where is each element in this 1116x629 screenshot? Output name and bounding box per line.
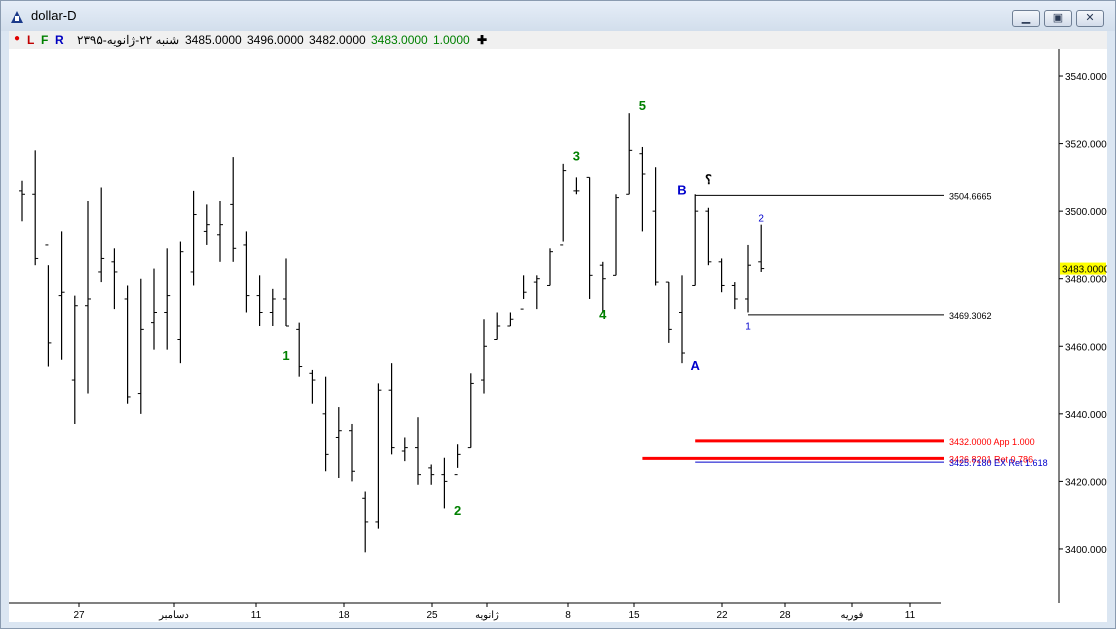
y-tick-label: 3500.0000 bbox=[1065, 207, 1107, 218]
y-tick-label: 3420.0000 bbox=[1065, 477, 1107, 488]
price-chart[interactable]: 3400.0000 3420.0000 3440.0000 3460.0000 3480… bbox=[9, 49, 1113, 622]
info-toolbar: ● L F R شنبه ۲۲-ژانویه-۲۳۹۵ 3485.0000 34… bbox=[9, 31, 1107, 50]
current-price-label: 3483.0000 bbox=[1062, 265, 1107, 276]
wave-label: 2 bbox=[758, 213, 764, 224]
bar-open: 3485.0000 bbox=[185, 33, 242, 47]
x-tick-label: 18 bbox=[338, 610, 350, 621]
close-button[interactable]: ✕ bbox=[1076, 10, 1104, 27]
x-tick-label: 11 bbox=[905, 610, 916, 621]
toolbar-r-button[interactable]: R bbox=[55, 33, 64, 47]
x-tick-label: 15 bbox=[628, 610, 640, 621]
bar-volume: 1.0000 bbox=[433, 33, 470, 47]
x-tick-label: ژانویه bbox=[475, 610, 499, 621]
minimize-icon: ▁ bbox=[1021, 12, 1031, 24]
bar-low: 3482.0000 bbox=[309, 33, 366, 47]
wave-label: B bbox=[677, 182, 686, 197]
x-tick-label: 27 bbox=[73, 610, 85, 621]
wave-label: 1 bbox=[282, 348, 289, 363]
bar-date: شنبه ۲۲-ژانویه-۲۳۹۵ bbox=[77, 33, 180, 47]
x-tick-label: 25 bbox=[426, 610, 438, 621]
x-tick-label: 22 bbox=[716, 610, 728, 621]
title-bar[interactable]: dollar-D ▁ ▣ ✕ bbox=[1, 1, 1115, 31]
bar-high: 3496.0000 bbox=[247, 33, 304, 47]
bar-close: 3483.0000 bbox=[371, 33, 428, 47]
wave-label: ؟ bbox=[705, 172, 712, 187]
y-tick-label: 3460.0000 bbox=[1065, 342, 1107, 353]
y-tick-label: 3480.0000 bbox=[1065, 275, 1107, 286]
wave-label: 2 bbox=[454, 503, 461, 518]
window-title: dollar-D bbox=[31, 8, 77, 23]
wave-label: 1 bbox=[745, 321, 751, 332]
fib-level-label: 3469.3062 bbox=[949, 311, 992, 321]
fib-level-label: 3425.7180 EX Ret 1.618 bbox=[949, 458, 1048, 468]
x-tick-label: 11 bbox=[251, 610, 262, 621]
maximize-button[interactable]: ▣ bbox=[1044, 10, 1072, 27]
y-tick-label: 3400.0000 bbox=[1065, 545, 1107, 556]
chart-area[interactable]: 3400.0000 3420.0000 3440.0000 3460.0000 3480… bbox=[9, 49, 1113, 622]
wave-label: 5 bbox=[639, 98, 646, 113]
wave-label: 4 bbox=[599, 307, 607, 322]
x-tick-label: فوریه bbox=[841, 610, 864, 621]
fib-level-label: 3432.0000 App 1.000 bbox=[949, 437, 1035, 447]
y-tick-label: 3440.0000 bbox=[1065, 410, 1107, 421]
minimize-button[interactable]: ▁ bbox=[1012, 10, 1040, 27]
x-tick-label: 28 bbox=[779, 610, 791, 621]
app-icon bbox=[11, 11, 23, 23]
crosshair-icon[interactable]: ✚ bbox=[477, 33, 487, 47]
y-tick-label: 3540.0000 bbox=[1065, 72, 1107, 83]
wave-label: A bbox=[691, 358, 701, 373]
x-tick-label: دسامبر bbox=[158, 610, 189, 621]
chart-window: dollar-D ▁ ▣ ✕ ● L F R شنبه ۲۲-ژانویه-۲۳… bbox=[0, 0, 1116, 629]
y-tick-label: 3520.0000 bbox=[1065, 140, 1107, 151]
maximize-icon: ▣ bbox=[1052, 12, 1064, 24]
status-dot-icon: ● bbox=[14, 33, 21, 44]
close-icon: ✕ bbox=[1085, 12, 1095, 24]
fib-level-label: 3504.6665 bbox=[949, 191, 992, 201]
wave-label: 3 bbox=[573, 148, 580, 163]
x-tick-label: 8 bbox=[565, 610, 571, 621]
toolbar-l-button[interactable]: L bbox=[27, 33, 34, 47]
toolbar-f-button[interactable]: F bbox=[41, 33, 48, 47]
